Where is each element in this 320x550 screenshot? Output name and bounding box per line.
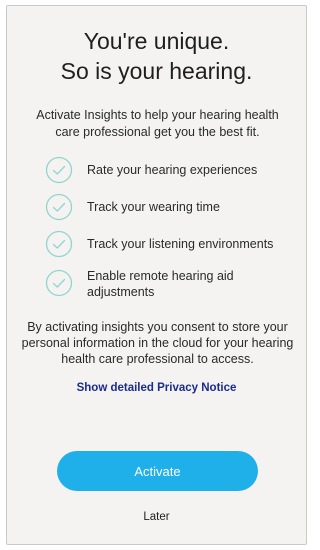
headline: You're unique. So is your hearing. xyxy=(7,26,306,86)
headline-line-1: You're unique. xyxy=(83,28,230,54)
privacy-notice-link[interactable]: Show detailed Privacy Notice xyxy=(7,382,306,394)
headline-line-2: So is your hearing. xyxy=(60,58,253,84)
activate-button[interactable]: Activate xyxy=(57,451,258,491)
feature-label: Rate your hearing experiences xyxy=(87,163,258,177)
feature-label: Track your listening environments xyxy=(87,237,274,251)
insights-onboarding-screen: You're unique. So is your hearing. Activ… xyxy=(6,5,307,545)
feature-item-rate-experiences: Rate your hearing experiences xyxy=(45,156,285,184)
intro-text: Activate Insights to help your hearing h… xyxy=(36,108,279,139)
check-circle-icon xyxy=(45,269,73,297)
consent-text: By activating insights you consent to st… xyxy=(21,320,294,366)
feature-item-listening-environments: Track your listening environments xyxy=(45,230,285,258)
check-circle-icon xyxy=(45,230,73,258)
check-circle-icon xyxy=(45,193,73,221)
feature-label: Track your wearing time xyxy=(87,200,220,214)
feature-label: Enable remote hearing aid adjustments xyxy=(87,269,234,299)
feature-item-wearing-time: Track your wearing time xyxy=(45,193,285,221)
feature-item-remote-adjustments: Enable remote hearing aid adjustments xyxy=(45,269,285,299)
later-button[interactable]: Later xyxy=(7,511,306,523)
check-circle-icon xyxy=(45,156,73,184)
